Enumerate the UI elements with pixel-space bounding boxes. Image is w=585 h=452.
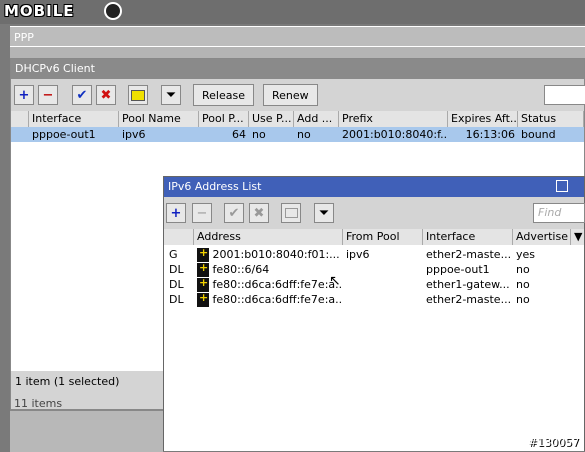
remove-button[interactable]: − bbox=[38, 85, 58, 105]
cell-flag: DL bbox=[169, 263, 184, 276]
table-row[interactable]: DL fe80::6/64 pppoe-out1 no bbox=[164, 262, 584, 277]
col-expires[interactable]: Expires Aft... bbox=[448, 111, 518, 127]
cell-address: 2001:b010:8040:f01:... bbox=[212, 248, 340, 261]
cell-from-pool: ipv6 bbox=[346, 248, 370, 261]
col-prefix[interactable]: Prefix bbox=[339, 111, 448, 127]
dhcp-toolbar: + − ✔ ✖ ⏷ Release Renew bbox=[11, 79, 585, 111]
ipv6-remove-button[interactable]: − bbox=[192, 203, 212, 223]
filter-icon: ⏷ bbox=[165, 87, 177, 103]
col-advertise[interactable]: Advertise bbox=[513, 229, 571, 245]
dhcp-titlebar[interactable]: DHCPv6 Client bbox=[11, 59, 584, 79]
col-pool-prefix[interactable]: Pool P... bbox=[199, 111, 249, 127]
col-from-pool[interactable]: From Pool bbox=[343, 229, 423, 245]
col-ipv6-interface[interactable]: Interface bbox=[423, 229, 513, 245]
ipv6-note-icon bbox=[284, 208, 298, 218]
dhcp-find-input[interactable] bbox=[544, 85, 585, 105]
enable-button[interactable]: ✔ bbox=[72, 85, 92, 105]
ipv6-filter-icon: ⏷ bbox=[318, 205, 330, 221]
table-row[interactable]: DL fe80::d6ca:6dff:fe7e:a... ether1-gate… bbox=[164, 277, 584, 292]
ipv6-table-body: G 2001:b010:8040:f01:... ipv6 ether2-mas… bbox=[164, 245, 584, 451]
column-menu-icon[interactable]: ▼ bbox=[571, 229, 585, 245]
bg-items-text: 11 items bbox=[14, 397, 63, 410]
cell-address: fe80::d6ca:6dff:fe7e:a... bbox=[212, 293, 344, 306]
cell-advertise: yes bbox=[516, 248, 536, 261]
col-status[interactable]: Status bbox=[518, 111, 584, 127]
cell-flag: DL bbox=[169, 293, 184, 306]
bg-window-lower: 11 items bbox=[10, 397, 163, 452]
address-icon bbox=[197, 277, 209, 292]
cell-flag: G bbox=[169, 248, 178, 261]
ipv6-table-header: Address From Pool Interface Advertise ▼ bbox=[164, 229, 585, 246]
col-add-default[interactable]: Add ... bbox=[294, 111, 339, 127]
table-row[interactable]: pppoe-out1 ipv6 64 no no 2001:b010:8040:… bbox=[11, 127, 584, 142]
dhcp-status-text: 1 item (1 selected) bbox=[15, 375, 120, 388]
logo: MOBILE bbox=[4, 2, 75, 20]
col-pool-name[interactable]: Pool Name bbox=[119, 111, 199, 127]
ipv6-enable-button[interactable]: ✔ bbox=[224, 203, 244, 223]
logo-bar bbox=[0, 0, 585, 24]
logo-mark-icon bbox=[104, 2, 122, 20]
cell-address: fe80::d6ca:6dff:fe7e:a... bbox=[212, 278, 344, 291]
ipv6-find-input[interactable]: Find bbox=[533, 203, 585, 223]
cell-status: bound bbox=[521, 128, 556, 141]
ppp-window-title[interactable]: PPP bbox=[10, 26, 585, 47]
address-icon bbox=[197, 292, 209, 307]
col-address[interactable]: Address bbox=[194, 229, 343, 245]
cell-advertise: no bbox=[516, 278, 530, 291]
add-button[interactable]: + bbox=[14, 85, 34, 105]
cell-add-default: no bbox=[297, 128, 311, 141]
renew-button[interactable]: Renew bbox=[263, 84, 318, 106]
cell-interface: pppoe-out1 bbox=[32, 128, 96, 141]
ipv6-add-button[interactable]: + bbox=[166, 203, 186, 223]
address-icon bbox=[197, 262, 209, 277]
cell-from-pool bbox=[343, 262, 423, 277]
maximize-icon[interactable] bbox=[556, 180, 568, 192]
ipv6-comment-button[interactable] bbox=[281, 203, 301, 223]
comment-button[interactable] bbox=[128, 85, 148, 105]
ipv6-titlebar[interactable]: IPv6 Address List bbox=[164, 177, 584, 197]
address-icon bbox=[197, 247, 209, 262]
mouse-cursor-icon: ↖ bbox=[329, 273, 341, 289]
watermark: #130057 bbox=[528, 436, 580, 449]
ppp-title: PPP bbox=[14, 31, 34, 44]
cell-address: fe80::6/64 bbox=[212, 263, 270, 276]
table-row[interactable]: G 2001:b010:8040:f01:... ipv6 ether2-mas… bbox=[164, 247, 584, 262]
table-row[interactable]: DL fe80::d6ca:6dff:fe7e:a... ether2-mast… bbox=[164, 292, 584, 307]
cell-interface: ether2-maste... bbox=[426, 293, 512, 306]
cell-prefix: 2001:b010:8040:f... bbox=[342, 128, 448, 141]
note-icon bbox=[131, 89, 145, 101]
cell-advertise: no bbox=[516, 263, 530, 276]
cell-expires: 16:13:06 bbox=[465, 128, 515, 141]
cell-interface: ether2-maste... bbox=[426, 248, 512, 261]
cell-flag: DL bbox=[169, 278, 184, 291]
cell-interface: ether1-gatew... bbox=[426, 278, 510, 291]
ipv6-disable-button[interactable]: ✖ bbox=[249, 203, 269, 223]
ipv6-address-list-window: IPv6 Address List + − ✔ ✖ ⏷ Find Address… bbox=[163, 176, 585, 451]
cell-advertise: no bbox=[516, 293, 530, 306]
cell-pool-prefix: 64 bbox=[232, 128, 246, 141]
dhcp-title: DHCPv6 Client bbox=[15, 62, 95, 75]
dhcp-table-header: Interface Pool Name Pool P... Use P... A… bbox=[11, 111, 584, 128]
cell-interface: pppoe-out1 bbox=[426, 263, 490, 276]
disable-button[interactable]: ✖ bbox=[96, 85, 116, 105]
cell-use-peer: no bbox=[252, 128, 266, 141]
col-use-peer[interactable]: Use P... bbox=[249, 111, 294, 127]
col-interface[interactable]: Interface bbox=[29, 111, 119, 127]
ipv6-title: IPv6 Address List bbox=[168, 180, 262, 193]
ipv6-filter-button[interactable]: ⏷ bbox=[314, 203, 334, 223]
filter-button[interactable]: ⏷ bbox=[161, 85, 181, 105]
cell-from-pool bbox=[343, 292, 423, 307]
cell-pool-name: ipv6 bbox=[122, 128, 146, 141]
cell-from-pool bbox=[343, 277, 423, 292]
release-button[interactable]: Release bbox=[193, 84, 254, 106]
ipv6-toolbar: + − ✔ ✖ ⏷ Find bbox=[164, 197, 585, 229]
